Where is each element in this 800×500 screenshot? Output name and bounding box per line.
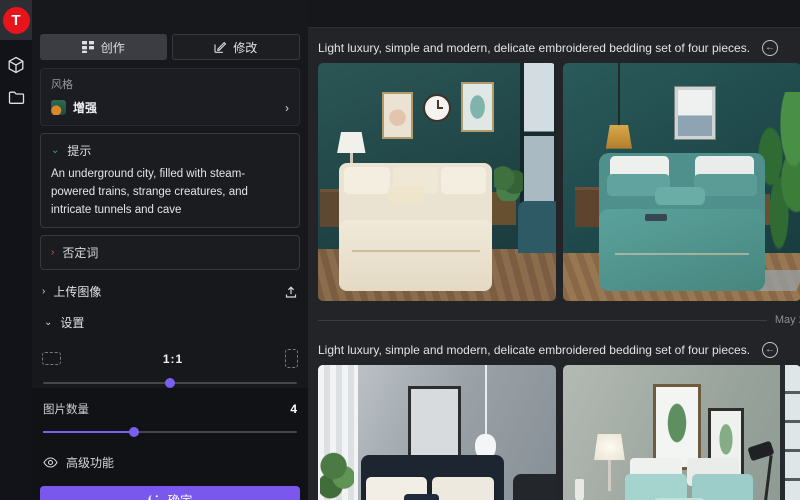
window <box>780 365 800 500</box>
count-slider-thumb[interactable] <box>129 427 139 437</box>
date-label: May 24, <box>775 314 800 326</box>
pillow <box>692 474 754 500</box>
lamp-stem <box>608 460 611 491</box>
pillow <box>625 474 687 500</box>
prompt-input[interactable]: An underground city, filled with steam-p… <box>51 166 289 219</box>
count-slider[interactable] <box>43 427 297 437</box>
picture-frame <box>461 82 494 132</box>
picture-frame <box>653 384 701 470</box>
caption-row: Light luxury, simple and modern, delicat… <box>318 40 790 56</box>
chevron-down-icon[interactable]: ⌄ <box>44 317 52 328</box>
upload-label: 上传图像 <box>53 283 101 300</box>
armchair <box>513 474 556 500</box>
tab-modify-label: 修改 <box>233 39 257 56</box>
picture-frame <box>675 87 715 139</box>
pillow <box>441 167 485 194</box>
rail-top: T <box>0 0 32 40</box>
advanced-label: 高级功能 <box>66 454 114 471</box>
reuse-prompt-icon[interactable]: ← <box>762 40 778 56</box>
left-rail: T <box>0 0 32 500</box>
plant <box>320 446 353 500</box>
duvet-trim <box>615 253 748 255</box>
pillow <box>432 477 494 500</box>
reuse-prompt-icon[interactable]: ← <box>762 342 778 358</box>
duvet <box>339 220 491 292</box>
negative-section[interactable]: › 否定词 <box>40 235 300 270</box>
date-divider: May 24, <box>318 314 800 326</box>
pendant-cord <box>485 365 487 436</box>
control-panel: 创作 修改 风格 增强 › ⌄ 提示 An un <box>32 0 308 500</box>
image-row <box>308 365 800 500</box>
generation-caption: Light luxury, simple and modern, delicat… <box>318 343 750 357</box>
style-section[interactable]: 风格 增强 › <box>40 68 300 126</box>
portrait-ratio-icon[interactable] <box>285 349 298 368</box>
book <box>645 214 667 221</box>
tab-modify[interactable]: 修改 <box>172 34 301 60</box>
vase <box>575 479 585 500</box>
chevron-down-icon[interactable]: ⌄ <box>51 145 59 156</box>
count-value: 4 <box>290 402 297 416</box>
style-thumbnail <box>51 100 66 115</box>
divider-line <box>318 320 767 321</box>
app-window: T 创作 <box>0 0 800 500</box>
pillow <box>655 187 705 205</box>
prompt-section[interactable]: ⌄ 提示 An underground city, filled with st… <box>40 133 300 228</box>
mode-tabs: 创作 修改 <box>40 34 300 60</box>
chevron-right-icon[interactable]: › <box>42 286 45 297</box>
accent-pillow <box>404 494 440 500</box>
generated-image-3[interactable] <box>318 365 556 500</box>
caption-row: Light luxury, simple and modern, delicat… <box>318 342 790 358</box>
settings-section: ⌄ 设置 1:1 图片数量 4 <box>40 306 300 473</box>
tab-create[interactable]: 创作 <box>40 34 167 60</box>
pillow <box>344 167 390 194</box>
duvet <box>599 209 766 292</box>
table-lamp <box>594 434 625 460</box>
grid-icon <box>82 41 94 53</box>
logo-avatar[interactable]: T <box>3 7 30 34</box>
style-value: 增强 <box>73 99 97 116</box>
ratio-slider[interactable] <box>43 378 297 388</box>
generated-image-4[interactable] <box>563 365 800 500</box>
duvet-trim <box>352 250 480 252</box>
pendant-lamp <box>606 125 632 149</box>
settings-label: 设置 <box>60 314 84 331</box>
ratio-slider-thumb[interactable] <box>165 378 175 388</box>
picture-frame <box>408 386 460 457</box>
lamp <box>337 132 366 153</box>
upload-section[interactable]: › 上传图像 <box>40 279 300 304</box>
ratio-value: 1:1 <box>61 352 285 366</box>
advanced-features[interactable]: 高级功能 <box>43 454 297 471</box>
eye-icon <box>43 457 58 468</box>
landscape-ratio-icon[interactable] <box>42 352 61 365</box>
generation-caption: Light luxury, simple and modern, delicat… <box>318 41 750 55</box>
bed <box>599 153 766 291</box>
bed <box>339 163 491 292</box>
chevron-right-icon[interactable]: › <box>51 247 54 258</box>
image-row <box>308 63 800 301</box>
edit-icon <box>214 41 226 53</box>
settings-header[interactable]: ⌄ 设置 <box>42 310 298 335</box>
tab-create-label: 创作 <box>101 39 125 56</box>
negative-label: 否定词 <box>62 244 98 261</box>
chevron-right-icon[interactable]: › <box>285 101 289 115</box>
confirm-label: 确定 <box>167 490 192 500</box>
count-label: 图片数量 <box>43 401 89 417</box>
generated-image-1[interactable] <box>318 63 556 301</box>
gallery: Light luxury, simple and modern, delicat… <box>308 0 800 500</box>
confirm-button[interactable]: 确定 <box>40 486 300 500</box>
generated-image-2[interactable] <box>563 63 800 301</box>
picture-frame <box>382 92 413 140</box>
plant <box>494 163 523 201</box>
cube-icon[interactable] <box>7 56 25 74</box>
folder-icon[interactable] <box>8 90 25 105</box>
style-label: 风格 <box>51 76 289 92</box>
count-slider-fill <box>43 431 134 433</box>
prompt-label: 提示 <box>67 142 91 159</box>
upload-icon[interactable] <box>284 285 298 299</box>
armchair <box>518 201 556 253</box>
pillow <box>388 186 425 204</box>
pendant-cord <box>618 63 620 125</box>
moon-icon <box>147 493 160 500</box>
window <box>520 63 556 211</box>
